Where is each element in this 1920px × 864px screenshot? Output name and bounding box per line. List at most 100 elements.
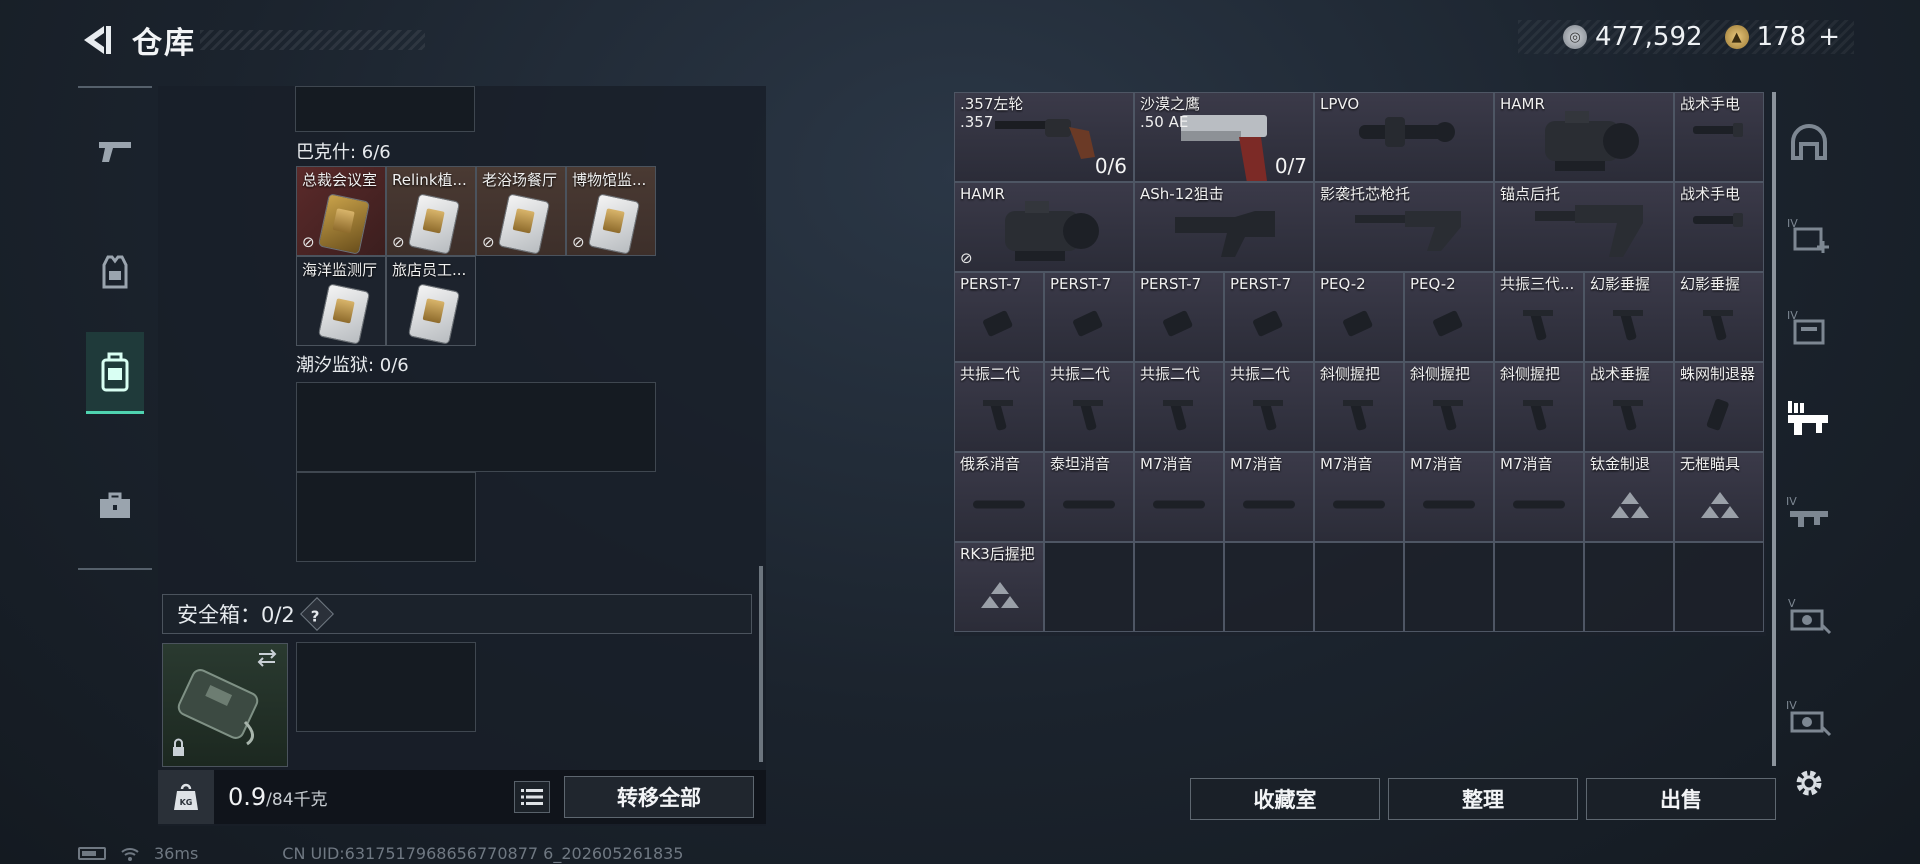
collection-room-button[interactable]: 收藏室: [1190, 778, 1380, 820]
item-cell-attachment[interactable]: 幻影垂握: [1674, 272, 1764, 362]
item-cell-attachment[interactable]: 钛金制退: [1584, 452, 1674, 542]
list-icon: [521, 789, 543, 805]
item-cell-attachment[interactable]: PERST-7: [1044, 272, 1134, 362]
item-cell-attachment[interactable]: PEQ-2: [1404, 272, 1494, 362]
item-image: [1687, 115, 1747, 149]
filter-helmet[interactable]: [1784, 118, 1834, 168]
empty-slot: [1044, 542, 1134, 632]
filter-weapon-mods[interactable]: [1784, 394, 1834, 444]
laser-module-icon: [983, 310, 1013, 336]
item-cell-attachment[interactable]: 幻影垂握: [1584, 272, 1674, 362]
placeholder-triforce-icon: [1611, 492, 1649, 519]
item-cell-attachment[interactable]: 蛛网制退器: [1674, 362, 1764, 452]
warehouse-scrollbar[interactable]: [1772, 92, 1776, 766]
item-cell-attachment[interactable]: PERST-7: [1224, 272, 1314, 362]
empty-slot: [296, 472, 476, 562]
item-cell-attachment[interactable]: 战术垂握: [1584, 362, 1674, 452]
item-cell-keycard[interactable]: 博物馆监... ⊘: [566, 166, 656, 256]
item-cell-attachment[interactable]: 无框瞄具: [1674, 452, 1764, 542]
nav-toolbox[interactable]: [86, 468, 144, 544]
item-cell-attachment[interactable]: M7消音: [1494, 452, 1584, 542]
left-scrollbar[interactable]: [759, 566, 763, 762]
filter-medical[interactable]: IV: [1784, 210, 1834, 260]
item-name: Relink植...: [392, 171, 467, 189]
item-cell-flashlight[interactable]: 战术手电: [1674, 182, 1764, 272]
item-cell-stock2[interactable]: 影袭托芯枪托: [1314, 182, 1494, 272]
rifle-icon: IV: [1786, 495, 1828, 527]
item-cell-keycard[interactable]: 老浴场餐厅 ⊘: [476, 166, 566, 256]
item-cell-keycard[interactable]: 总裁会议室 ⊘: [296, 166, 386, 256]
item-name: LPVO: [1320, 95, 1360, 113]
item-image: [1159, 306, 1199, 346]
item-image: [1700, 490, 1739, 519]
item-cell-revolver[interactable]: .357左轮 .357 0/6: [954, 92, 1134, 182]
item-cell-hamr[interactable]: HAMR: [1494, 92, 1674, 182]
item-cell-attachment[interactable]: PEQ-2: [1314, 272, 1404, 362]
add-currency-button[interactable]: +: [1818, 22, 1840, 52]
item-image: [985, 197, 1105, 271]
item-cell-attachment[interactable]: 共振三代...: [1494, 272, 1584, 362]
item-image: [1345, 107, 1465, 161]
item-cell-attachment[interactable]: 斜侧握把: [1494, 362, 1584, 452]
item-cell-keycard[interactable]: 旅店员工...: [386, 256, 476, 346]
medical-kit-icon: IV: [1787, 217, 1829, 253]
weight-capacity: /84千克: [266, 790, 328, 810]
item-cell-attachment[interactable]: M7消音: [1224, 452, 1314, 542]
item-cell-deagle[interactable]: 沙漠之鹰 .50 AE 0/7: [1134, 92, 1314, 182]
nav-backpack[interactable]: [86, 332, 144, 414]
settings-button[interactable]: [1784, 758, 1834, 808]
sort-button[interactable]: 整理: [1388, 778, 1578, 820]
item-name: 影袭托芯枪托: [1320, 185, 1411, 203]
filter-ammo[interactable]: IV: [1784, 302, 1834, 352]
item-cell-stock[interactable]: ASh-12狙击: [1134, 182, 1314, 272]
weight-value: 0.9: [228, 783, 267, 811]
filter-tier-v[interactable]: V: [1784, 590, 1834, 640]
list-view-button[interactable]: [514, 781, 550, 813]
item-cell-attachment[interactable]: 共振二代: [1044, 362, 1134, 452]
title-decoration: [200, 30, 425, 50]
item-image: [1339, 306, 1379, 346]
item-cell-attachment[interactable]: M7消音: [1134, 452, 1224, 542]
keycard-icon: [497, 193, 551, 255]
grip-icon: [1613, 399, 1643, 431]
sell-button[interactable]: 出售: [1586, 778, 1776, 820]
item-cell-attachment[interactable]: M7消音: [1314, 452, 1404, 542]
item-name: 战术垂握: [1590, 365, 1651, 383]
item-cell-attachment[interactable]: 俄系消音: [954, 452, 1044, 542]
safebox-container[interactable]: [162, 643, 288, 767]
item-cell-attachment[interactable]: RK3后握把: [954, 542, 1044, 632]
item-name: 泰坦消音: [1050, 455, 1111, 473]
laser-module-icon: [1163, 310, 1193, 336]
item-cell-keycard[interactable]: 海洋监测厅: [296, 256, 386, 346]
item-cell-attachment[interactable]: 共振二代: [1224, 362, 1314, 452]
item-image: [1249, 394, 1289, 438]
nav-armor[interactable]: [86, 234, 144, 310]
item-cell-stock3[interactable]: 锚点后托: [1494, 182, 1674, 272]
grip-icon: [1163, 399, 1193, 431]
item-name: PERST-7: [1050, 275, 1112, 293]
item-cell-attachment[interactable]: M7消音: [1404, 452, 1494, 542]
back-button[interactable]: [78, 22, 114, 58]
filter-tier-iv[interactable]: IV: [1784, 692, 1834, 742]
keycard-icon: [317, 193, 371, 255]
help-button[interactable]: ?: [299, 597, 334, 631]
item-cell-hamr[interactable]: HAMR ⊘: [954, 182, 1134, 272]
item-caliber: .50 AE: [1140, 113, 1189, 131]
keycard-icon: [317, 283, 371, 345]
item-cell-flashlight[interactable]: 战术手电: [1674, 92, 1764, 182]
item-cell-attachment[interactable]: PERST-7: [1134, 272, 1224, 362]
item-cell-attachment[interactable]: PERST-7: [954, 272, 1044, 362]
item-cell-attachment[interactable]: 斜侧握把: [1314, 362, 1404, 452]
item-cell-keycard[interactable]: Relink植... ⊘: [386, 166, 476, 256]
item-image: [1069, 394, 1109, 438]
filter-weapons-iv[interactable]: IV: [1784, 488, 1834, 538]
item-name: 老浴场餐厅: [482, 171, 558, 189]
item-cell-attachment[interactable]: 泰坦消音: [1044, 452, 1134, 542]
grip-icon: [983, 399, 1013, 431]
transfer-all-button[interactable]: 转移全部: [564, 776, 754, 818]
item-cell-attachment[interactable]: 斜侧握把: [1404, 362, 1494, 452]
item-cell-scope[interactable]: LPVO: [1314, 92, 1494, 182]
nav-weapons[interactable]: [86, 113, 144, 189]
item-cell-attachment[interactable]: 共振二代: [1134, 362, 1224, 452]
item-cell-attachment[interactable]: 共振二代: [954, 362, 1044, 452]
